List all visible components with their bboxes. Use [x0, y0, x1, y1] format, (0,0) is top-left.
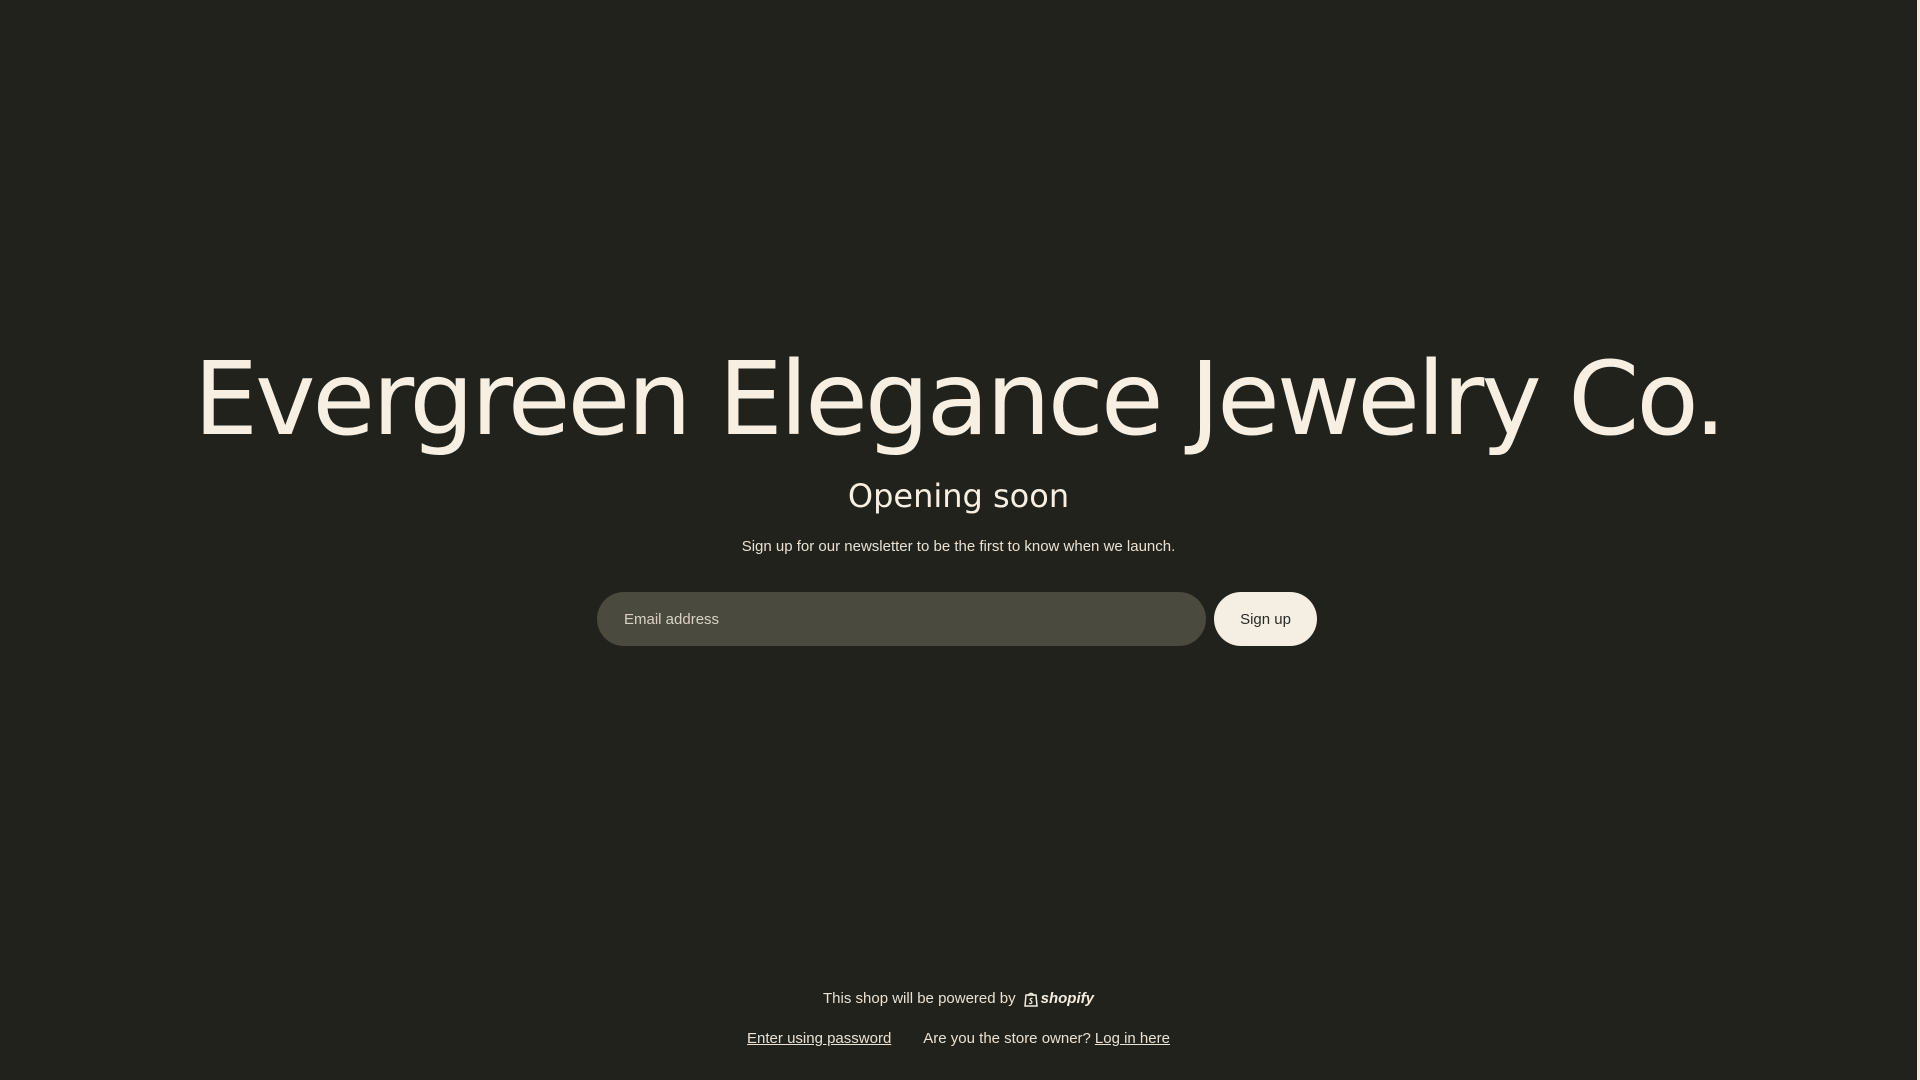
opening-soon-heading: Opening soon — [847, 477, 1070, 515]
shopify-logo[interactable]: shopify — [1023, 989, 1094, 1009]
hero-section: Evergreen Elegance Jewelry Co. Opening s… — [0, 330, 1917, 557]
log-in-link[interactable]: Log in here — [1095, 1029, 1170, 1049]
shopify-wordmark: shopify — [1040, 990, 1094, 1007]
shop-name: Evergreen Elegance Jewelry Co. — [193, 340, 1727, 459]
sign-up-button[interactable]: Sign up — [1214, 592, 1317, 646]
shopify-bag-icon — [1023, 992, 1038, 1007]
newsletter-form: Sign up — [597, 592, 1317, 646]
newsletter-description: Sign up for our newsletter to be the fir… — [741, 538, 1176, 555]
password-page: Evergreen Elegance Jewelry Co. Opening s… — [0, 0, 1917, 1080]
powered-by-row: This shop will be powered by shopify — [0, 989, 1917, 1009]
powered-by-text: This shop will be powered by — [823, 990, 1016, 1007]
email-input[interactable] — [597, 592, 1206, 646]
store-owner-row: Are you the store owner? Log in here — [923, 1029, 1170, 1049]
enter-password-link[interactable]: Enter using password — [747, 1029, 891, 1049]
store-owner-text: Are you the store owner? — [923, 1030, 1091, 1047]
footer-links: Enter using password Are you the store o… — [0, 1029, 1917, 1049]
